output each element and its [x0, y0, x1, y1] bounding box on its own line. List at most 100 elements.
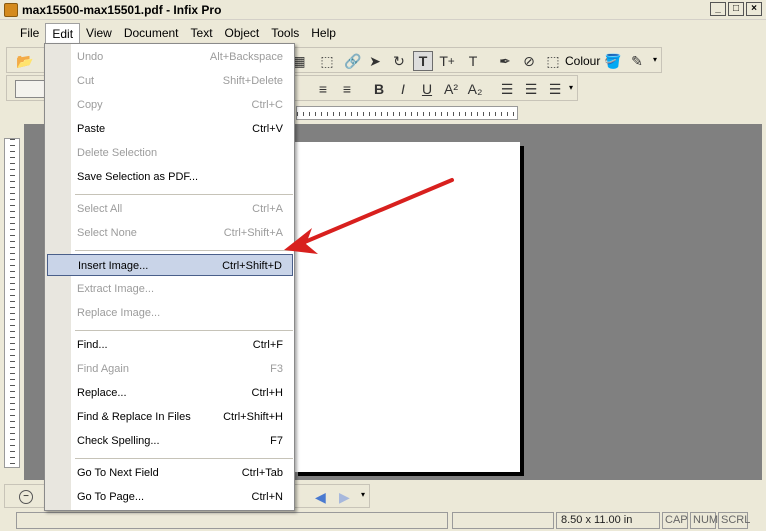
menu-view[interactable]: View: [80, 23, 118, 43]
menu-item-label: Go To Next Field: [77, 467, 159, 479]
text-number-icon[interactable]: T: [463, 51, 483, 71]
menu-item-label: Copy: [77, 99, 103, 111]
menu-item-undo[interactable]: Undo Alt+Backspace: [47, 46, 293, 68]
menu-separator: [75, 458, 293, 459]
menu-item-check-spelling[interactable]: Check Spelling... F7: [47, 430, 293, 452]
menu-item-label: Extract Image...: [77, 283, 155, 295]
close-button[interactable]: ×: [746, 2, 762, 16]
menu-separator: [75, 330, 293, 331]
vertical-ruler: [4, 138, 20, 468]
status-blank: [452, 512, 554, 529]
menu-item-label: Go To Page...: [77, 491, 145, 503]
window-title: max15500-max15501.pdf - Infix Pro: [22, 3, 222, 17]
menu-item-copy[interactable]: Copy Ctrl+C: [47, 94, 293, 116]
navbar-overflow-icon[interactable]: ▾: [361, 491, 369, 505]
previous-page-icon[interactable]: ◀: [315, 489, 326, 506]
menu-item-shortcut: Ctrl+Shift+A: [223, 227, 283, 239]
menu-item-shortcut: F7: [270, 435, 283, 447]
menu-item-go-to-next-field[interactable]: Go To Next Field Ctrl+Tab: [47, 462, 293, 484]
minimize-button[interactable]: _: [710, 2, 726, 16]
menu-item-shortcut: Ctrl+F: [252, 339, 283, 351]
menu-item-label: Insert Image...: [78, 260, 149, 272]
menu-item-save-selection-pdf[interactable]: Save Selection as PDF...: [47, 166, 293, 188]
select-frame-icon[interactable]: ⬚: [317, 51, 337, 71]
fill-bucket-icon[interactable]: 🪣: [603, 51, 623, 71]
menu-item-extract-image[interactable]: Extract Image...: [47, 278, 293, 300]
menu-edit[interactable]: Edit: [45, 23, 81, 43]
rotate-icon[interactable]: ↻: [389, 51, 409, 71]
menu-item-label: Find & Replace In Files: [77, 411, 191, 423]
horizontal-ruler: [296, 106, 518, 120]
menu-item-shortcut: Ctrl+C: [251, 99, 283, 111]
align-right-icon[interactable]: ≡: [313, 79, 333, 99]
menu-item-shortcut: F3: [270, 363, 283, 375]
menu-item-cut[interactable]: Cut Shift+Delete: [47, 70, 293, 92]
menu-item-label: Cut: [77, 75, 95, 87]
menu-item-replace-image[interactable]: Replace Image...: [47, 302, 293, 324]
eyedropper-icon[interactable]: ✒: [495, 51, 515, 71]
status-bar: 8.50 x 11.00 in CAP NUM SCRL: [0, 510, 766, 531]
colour-label[interactable]: Colour: [565, 54, 600, 68]
menu-item-select-all[interactable]: Select All Ctrl+A: [47, 198, 293, 220]
menu-item-shortcut: Shift+Delete: [222, 75, 283, 87]
menu-file[interactable]: File: [14, 23, 45, 43]
zoom-out-icon[interactable]: −: [19, 490, 33, 504]
subscript-icon[interactable]: A₂: [465, 79, 485, 99]
menu-item-find-again[interactable]: Find Again F3: [47, 358, 293, 380]
toolbar-overflow-icon[interactable]: ▾: [569, 84, 577, 98]
open-folder-icon[interactable]: 📂: [15, 51, 35, 71]
menu-tools[interactable]: Tools: [265, 23, 305, 43]
edit-menu-dropdown: Undo Alt+Backspace Cut Shift+Delete Copy…: [44, 43, 295, 511]
colour-swatch-icon[interactable]: ⬚: [543, 51, 563, 71]
bold-icon[interactable]: B: [369, 79, 389, 99]
menu-item-find-replace-files[interactable]: Find & Replace In Files Ctrl+Shift+H: [47, 406, 293, 428]
line-spacing-icon[interactable]: ☰: [521, 79, 541, 99]
menu-help[interactable]: Help: [305, 23, 342, 43]
window-controls: _ □ ×: [710, 2, 762, 16]
menu-item-insert-image[interactable]: Insert Image... Ctrl+Shift+D: [47, 254, 293, 276]
menu-item-go-to-page[interactable]: Go To Page... Ctrl+N: [47, 486, 293, 508]
underline-icon[interactable]: U: [417, 79, 437, 99]
menu-item-shortcut: Ctrl+H: [251, 387, 283, 399]
menu-item-label: Replace...: [77, 387, 127, 399]
text-add-icon[interactable]: T +: [437, 51, 457, 71]
text-tool-icon[interactable]: T: [413, 51, 433, 71]
menu-item-shortcut: Ctrl+N: [251, 491, 283, 503]
paragraph-icon[interactable]: ☰: [545, 79, 565, 99]
pencil-icon[interactable]: ✎: [627, 51, 647, 71]
menu-bar: File Edit View Document Text Object Tool…: [0, 22, 766, 44]
menu-item-replace[interactable]: Replace... Ctrl+H: [47, 382, 293, 404]
link-icon[interactable]: 🔗: [343, 51, 363, 71]
list-icon[interactable]: ☰: [497, 79, 517, 99]
menu-object[interactable]: Object: [219, 23, 266, 43]
no-fill-icon[interactable]: ⊘: [519, 51, 539, 71]
menu-item-label: Select All: [77, 203, 123, 215]
menu-item-shortcut: Ctrl+Shift+H: [223, 411, 283, 423]
justify-icon[interactable]: ≡: [337, 79, 357, 99]
menu-item-select-none[interactable]: Select None Ctrl+Shift+A: [47, 222, 293, 244]
menu-item-label: Replace Image...: [77, 307, 161, 319]
status-message: [16, 512, 448, 529]
menu-item-find[interactable]: Find... Ctrl+F: [47, 334, 293, 356]
menu-item-delete-selection[interactable]: Delete Selection: [47, 142, 293, 164]
menu-item-paste[interactable]: Paste Ctrl+V: [47, 118, 293, 140]
menu-separator: [75, 250, 293, 251]
menu-document[interactable]: Document: [118, 23, 185, 43]
menu-item-label: Select None: [77, 227, 137, 239]
superscript-icon[interactable]: A²: [441, 79, 461, 99]
italic-icon[interactable]: I: [393, 79, 413, 99]
pointer-icon[interactable]: ➤: [365, 51, 385, 71]
menu-item-shortcut: Ctrl+V: [252, 123, 283, 135]
menu-text[interactable]: Text: [185, 23, 219, 43]
toolbar-overflow-icon[interactable]: ▾: [653, 56, 661, 70]
menu-separator: [75, 194, 293, 195]
menu-item-label: Find Again: [77, 363, 129, 375]
menu-item-label: Delete Selection: [77, 147, 158, 159]
caps-lock-indicator: CAP: [662, 512, 688, 529]
num-lock-indicator: NUM: [690, 512, 718, 529]
menu-item-shortcut: Alt+Backspace: [209, 51, 283, 63]
menu-item-label: Undo: [77, 51, 104, 63]
pdf-page[interactable]: [294, 142, 520, 472]
maximize-button[interactable]: □: [728, 2, 744, 16]
next-page-icon[interactable]: ▶: [339, 489, 350, 506]
